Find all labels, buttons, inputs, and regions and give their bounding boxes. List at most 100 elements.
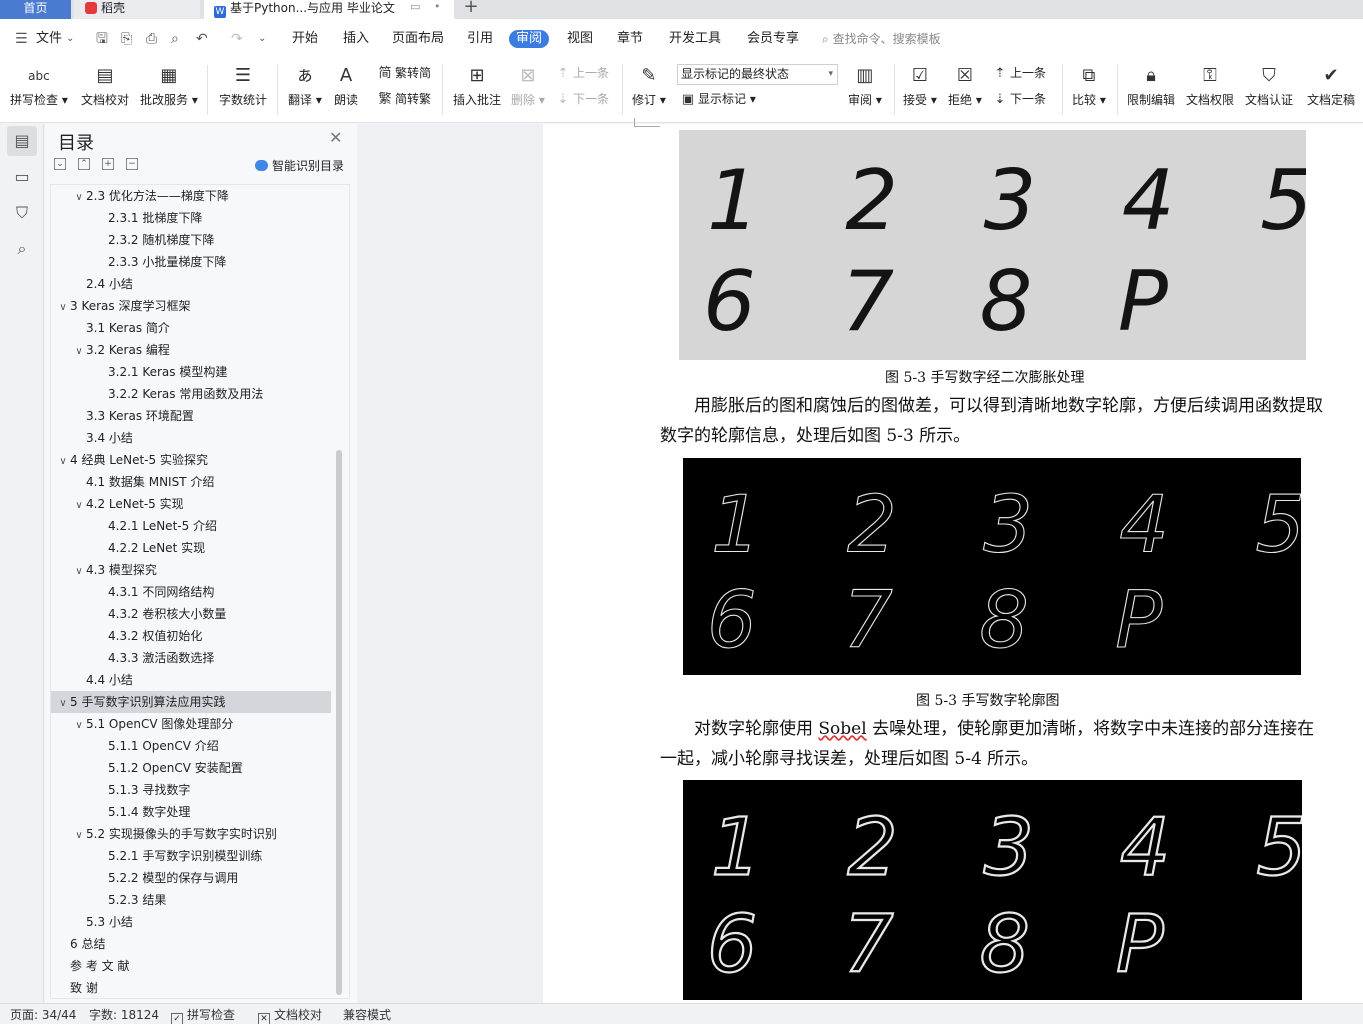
toc-item[interactable]: ∨ 4 经典 LeNet-5 实验探究 [51,449,331,471]
word-count-button[interactable]: ☰ 字数统计 [219,63,267,108]
undo-icon[interactable]: ↶ [196,30,208,48]
tab-close-icon[interactable]: • [434,0,441,13]
redo-icon[interactable]: ↷ [231,30,243,48]
toc-item[interactable]: 致 谢 [51,977,331,998]
toc-item[interactable]: 4.1 数据集 MNIST 介绍 [51,471,331,493]
toc-item[interactable]: 4.2.2 LeNet 实现 [51,537,331,559]
export-pdf-icon[interactable]: ⎘ [121,30,132,48]
command-search[interactable]: ⌕ 查找命令、搜索模板 [822,30,941,48]
toc-item[interactable]: ∨ 3 Keras 深度学习框架 [51,295,331,317]
toc-item[interactable]: ∨ 2.3 优化方法——梯度下降 [51,185,331,207]
doc-proof-button[interactable]: ▤ 文档校对 [81,63,129,108]
review-pane-button[interactable]: ▥ 审阅 ▾ [848,63,882,108]
quick-access-more-icon[interactable]: ⌄ [258,30,266,48]
chevron-down-icon[interactable]: ∨ [56,451,70,473]
hamburger-icon[interactable]: ☰ [15,30,28,48]
toc-item[interactable]: ∨ 4.2 LeNet-5 实现 [51,493,331,515]
toc-item[interactable]: 2.3.3 小批量梯度下降 [51,251,331,273]
reject-button[interactable]: ☒ 拒绝 ▾ [948,63,982,108]
toc-item[interactable]: ∨ 5.1 OpenCV 图像处理部分 [51,713,331,735]
status-spell-check[interactable]: ✓ 拼写检查 [171,1008,235,1024]
menu-insert[interactable]: 插入 [343,30,369,48]
toc-item[interactable]: 4.3.2 权值初始化 [51,625,331,647]
read-aloud-button[interactable]: A 朗读 [333,63,359,108]
prev-comment-button[interactable]: ⇡ 上一条 [555,65,609,82]
track-changes-button[interactable]: ✎ 修订 ▾ [632,63,666,108]
remove-heading-icon[interactable]: − [126,158,138,170]
print-preview-icon[interactable]: ⌕ [171,30,179,48]
insert-comment-button[interactable]: ⊞ 插入批注 [453,63,501,108]
toc-item[interactable]: 3.2.2 Keras 常用函数及用法 [51,383,331,405]
add-heading-icon[interactable]: + [102,158,114,170]
toc-item[interactable]: 4.4 小结 [51,669,331,691]
toc-item[interactable]: 5.1.1 OpenCV 介绍 [51,735,331,757]
toc-item[interactable]: 2.4 小结 [51,273,331,295]
chevron-down-icon[interactable]: ⌄ [66,30,74,48]
status-doc-proof[interactable]: ✕ 文档校对 [258,1008,322,1024]
body-paragraph[interactable]: 对数字轮廓使用 Sobel 去噪处理，使轮廓更加清晰，将数字中未连接的部分连接在… [660,714,1328,774]
doc-certify-button[interactable]: ⛉ 文档认证 [1245,63,1293,108]
toc-scrollbar[interactable] [336,450,342,995]
spell-check-button[interactable]: abc 拼写检查 ▾ [10,63,68,108]
chevron-down-icon[interactable]: ∨ [72,825,86,847]
toc-item[interactable]: 4.2.1 LeNet-5 介绍 [51,515,331,537]
menu-chapter[interactable]: 章节 [617,30,643,48]
doc-finalize-button[interactable]: ✔ 文档定稿 [1307,63,1355,108]
chevron-down-icon[interactable]: ∨ [72,187,86,209]
translate-button[interactable]: ぁ翻译 ▾ [288,63,322,108]
markup-state-select[interactable]: 显示标记的最终状态 ▾ [677,64,838,85]
tab-daoke[interactable]: 稻壳 [74,0,200,19]
menu-developer[interactable]: 开发工具 [669,30,721,48]
chevron-down-icon[interactable]: ∨ [72,561,86,583]
chevron-down-icon[interactable]: ∨ [56,297,70,319]
toc-item[interactable]: 3.1 Keras 简介 [51,317,331,339]
next-comment-button[interactable]: ⇣ 下一条 [555,91,609,108]
toc-item[interactable]: 5.2.3 结果 [51,889,331,911]
simp-to-trad-button[interactable]: 繁简转繁 [377,91,431,108]
toc-item[interactable]: 3.4 小结 [51,427,331,449]
toc-item[interactable]: 5.3 小结 [51,911,331,933]
toc-item[interactable]: 4.3.3 激活函数选择 [51,647,331,669]
word-count-indicator[interactable]: 字数: 18124 [89,1008,159,1022]
chapter-nav-icon[interactable]: ▭ [7,162,37,192]
prev-change-button[interactable]: ⇡ 上一条 [992,65,1046,82]
save-icon[interactable]: 🖫 [96,30,108,48]
toc-item[interactable]: ∨ 4.3 模型探究 [51,559,331,581]
bookmark-icon[interactable]: ⛉ [7,198,37,228]
menu-page-layout[interactable]: 页面布局 [392,30,444,48]
doc-permission-button[interactable]: ⚿ 文档权限 [1186,63,1234,108]
toc-item[interactable]: 3.2.1 Keras 模型构建 [51,361,331,383]
trad-to-simp-button[interactable]: 简繁转简 [377,65,431,82]
restrict-edit-button[interactable]: 🔒︎ 限制编辑 [1127,63,1175,108]
accept-button[interactable]: ☑ 接受 ▾ [903,63,937,108]
toc-item[interactable]: 4.3.2 卷积核大小数量 [51,603,331,625]
menu-file[interactable]: 文件 [36,30,62,48]
toc-item[interactable]: 5.2.1 手写数字识别模型训练 [51,845,331,867]
menu-start[interactable]: 开始 [292,30,318,48]
toc-item[interactable]: 参 考 文 献 [51,955,331,977]
tab-monitor-icon[interactable]: ▭ [410,0,420,13]
correction-service-button[interactable]: ▦ 批改服务 ▾ [140,63,198,108]
compare-button[interactable]: ⧉ 比较 ▾ [1072,63,1106,108]
menu-review[interactable]: 审阅 [509,30,550,48]
toc-item[interactable]: 5.2.2 模型的保存与调用 [51,867,331,889]
menu-reference[interactable]: 引用 [467,30,493,48]
smart-toc-button[interactable]: 智能识别目录 [255,157,344,174]
new-tab-button[interactable]: + [462,0,480,19]
menu-view[interactable]: 视图 [567,30,593,48]
print-icon[interactable]: ⎙ [146,30,157,48]
tab-home[interactable]: 首页 [0,0,71,19]
toc-item[interactable]: 6 总结 [51,933,331,955]
chevron-down-icon[interactable]: ∨ [72,715,86,737]
toc-item[interactable]: 5.1.4 数字处理 [51,801,331,823]
menu-member[interactable]: 会员专享 [747,30,799,48]
toc-panel-icon[interactable]: ▤ [7,126,37,156]
find-icon[interactable]: ⌕ [7,234,37,264]
toc-item[interactable]: ∨ 5 手写数字识别算法应用实践 [51,691,331,713]
toc-item[interactable]: 3.3 Keras 环境配置 [51,405,331,427]
toc-item[interactable]: 4.3.1 不同网络结构 [51,581,331,603]
page-indicator[interactable]: 页面: 34/44 [10,1008,76,1022]
close-icon[interactable]: ✕ [329,128,342,147]
chevron-down-icon[interactable]: ∨ [72,341,86,363]
sobel-spell-error[interactable]: Sobel [818,719,866,739]
